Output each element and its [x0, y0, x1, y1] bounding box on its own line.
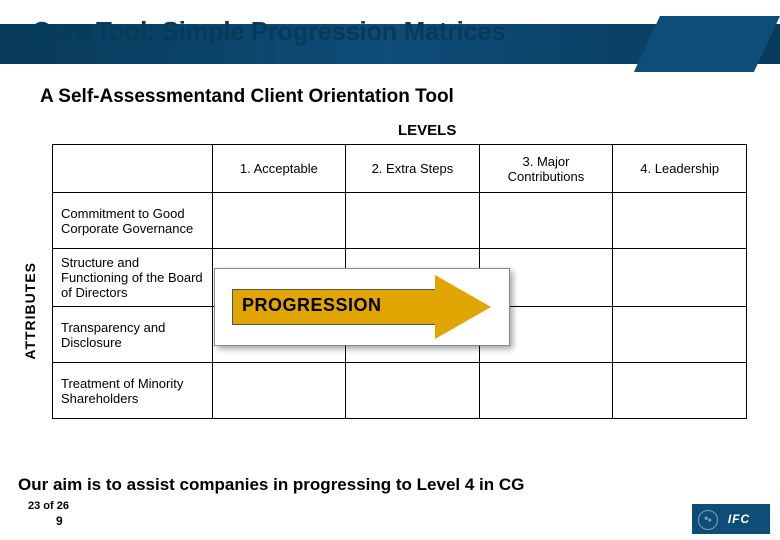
- matrix-cell: [613, 193, 747, 249]
- arrow-label: PROGRESSION: [242, 295, 382, 316]
- level-header-4: 4. Leadership: [613, 145, 747, 193]
- level-header-3: 3. Major Contributions: [479, 145, 613, 193]
- attribute-cell: Treatment of Minority Shareholders: [53, 363, 213, 419]
- page-indicator: 23 of 26: [28, 500, 69, 512]
- matrix-cell: [479, 193, 613, 249]
- attribute-cell: Commitment to Good Corporate Governance: [53, 193, 213, 249]
- progression-arrow-box: PROGRESSION: [214, 268, 510, 346]
- logo-text: IFC: [728, 512, 750, 526]
- page-number: 9: [56, 514, 63, 528]
- matrix-cell: [346, 363, 479, 419]
- table-row: Treatment of Minority Shareholders: [53, 363, 747, 419]
- footer-text: Our aim is to assist companies in progre…: [18, 475, 524, 495]
- axis-label-attributes: ATTRIBUTES: [22, 262, 38, 360]
- matrix-cell: [613, 363, 747, 419]
- matrix-cell: [346, 193, 479, 249]
- attribute-cell: Transparency and Disclosure: [53, 307, 213, 363]
- axis-label-levels: LEVELS: [398, 122, 456, 139]
- matrix-cell: [212, 363, 346, 419]
- matrix-cell: [479, 363, 613, 419]
- ifc-logo: IFC: [692, 504, 770, 534]
- matrix-corner: [53, 145, 213, 193]
- level-header-1: 1. Acceptable: [212, 145, 346, 193]
- matrix-cell: [613, 249, 747, 307]
- matrix-cell: [212, 193, 346, 249]
- slide-subtitle: A Self-Assessmentand Client Orientation …: [40, 86, 454, 108]
- matrix-cell: [613, 307, 747, 363]
- level-header-2: 2. Extra Steps: [346, 145, 479, 193]
- attribute-cell: Structure and Functioning of the Board o…: [53, 249, 213, 307]
- arrow-icon: PROGRESSION: [232, 281, 492, 333]
- table-row: Commitment to Good Corporate Governance: [53, 193, 747, 249]
- slide-title: Core Tool: Simple Progression Matrices: [32, 16, 505, 47]
